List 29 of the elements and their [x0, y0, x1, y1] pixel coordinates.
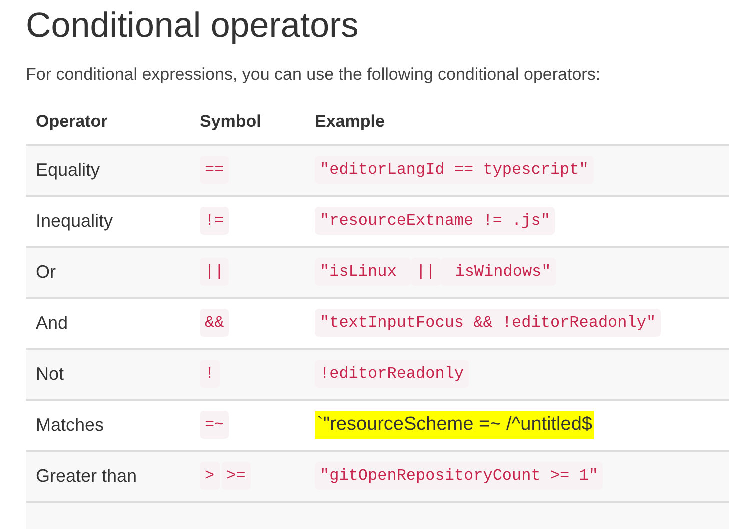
- table-cell-text: Matches: [35, 414, 106, 436]
- highlighted-text: `"resourceScheme =~ /^untitled$: [315, 410, 594, 440]
- code-snippet: >=: [222, 462, 251, 490]
- code-snippet: isWindows": [440, 258, 556, 286]
- code-snippet: !editorReadonly: [315, 360, 470, 388]
- intro-text: For conditional expressions, you can use the following conditional operators:: [26, 64, 602, 86]
- code-snippet: "editorLangId == typescript": [315, 156, 594, 184]
- code-snippet: >: [200, 462, 220, 490]
- table-cell-text: Equality: [35, 158, 102, 182]
- column-header: Example: [314, 110, 385, 133]
- code-snippet: =~: [200, 411, 230, 439]
- code-snippet: ||: [411, 258, 441, 286]
- code-snippet: "isLinux: [315, 258, 412, 286]
- code-snippet: "textInputFocus && !editorReadonly": [315, 309, 662, 337]
- table-cell-text: Or: [35, 260, 57, 284]
- code-snippet: &&: [200, 309, 230, 337]
- table-cell-text: Inequality: [35, 210, 114, 233]
- code-snippet: "resourceExtname != .js": [315, 207, 556, 235]
- page-title: Conditional operators: [26, 5, 360, 47]
- column-header: Symbol: [199, 110, 262, 133]
- code-snippet: !=: [200, 207, 230, 235]
- table-cell-text: And: [35, 312, 70, 334]
- table-cell-text: Greater than: [35, 464, 138, 488]
- code-snippet: "gitOpenRepositoryCount >= 1": [315, 462, 604, 490]
- column-header: Operator: [35, 110, 109, 133]
- code-snippet: !: [200, 360, 220, 388]
- table-cell-text: Not: [35, 362, 66, 386]
- code-snippet: ||: [200, 258, 230, 286]
- code-snippet: ==: [200, 156, 230, 184]
